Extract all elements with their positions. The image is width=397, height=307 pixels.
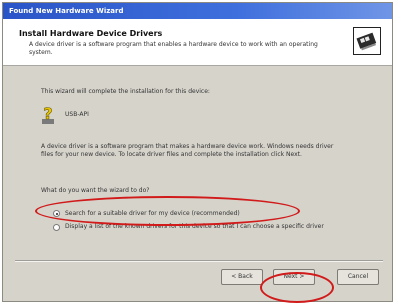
search-driver-radio[interactable] <box>53 210 60 217</box>
display-list-radio[interactable] <box>53 224 60 231</box>
header-panel: Install Hardware Device Drivers A device… <box>3 19 392 66</box>
device-name: USB-API <box>65 111 89 118</box>
window-titlebar[interactable]: Found New Hardware Wizard <box>3 3 392 19</box>
window-title: Found New Hardware Wizard <box>9 7 124 15</box>
wizard-window: Found New Hardware Wizard Install Hardwa… <box>2 2 393 302</box>
button-separator <box>15 260 383 262</box>
cancel-button[interactable]: Cancel <box>337 269 379 285</box>
header-title: Install Hardware Device Drivers <box>19 29 163 38</box>
wizard-content: This wizard will complete the installati… <box>3 66 392 256</box>
question-text: What do you want the wizard to do? <box>41 187 150 194</box>
header-subtitle: A device driver is a software program th… <box>29 41 318 56</box>
hardware-card-icon <box>353 27 381 55</box>
description-text: A device driver is a software program th… <box>41 143 334 158</box>
next-button[interactable]: Next > <box>273 269 315 285</box>
back-button[interactable]: < Back <box>221 269 263 285</box>
intro-text: This wizard will complete the installati… <box>41 88 210 95</box>
svg-text:?: ? <box>43 105 52 123</box>
question-mark-icon: ? <box>42 105 54 124</box>
search-driver-label[interactable]: Search for a suitable driver for my devi… <box>65 210 280 218</box>
radio-selected-dot <box>55 212 58 215</box>
display-list-label[interactable]: Display a list of the known drivers for … <box>65 223 365 231</box>
